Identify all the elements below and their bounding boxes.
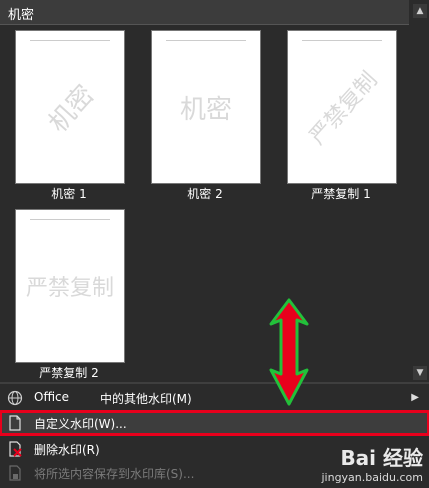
office-more-label: 中的其他水印(M) — [100, 392, 192, 406]
watermark-tile-do-not-copy-1[interactable]: 严禁复制 — [287, 30, 397, 184]
save-document-icon — [9, 465, 21, 481]
gallery-scrollbar[interactable]: ▲ ▼ — [411, 0, 429, 382]
submenu-arrow-icon: ▶ — [411, 392, 419, 403]
scroll-up-button[interactable]: ▲ — [413, 4, 427, 18]
watermark-text: 严禁复制 — [305, 67, 383, 150]
office-more-watermarks-item[interactable]: Office 中的其他水印(M) ▶ — [0, 387, 429, 409]
watermark-gallery-panel: 机密 ▲ ▼ 机密 机密 1 机密 机密 2 严禁复制 严禁复制 1 严禁复制 … — [0, 0, 429, 488]
brand-watermark: Bai 经验 jingyan.baidu.com — [321, 442, 423, 484]
custom-watermark-item[interactable]: 自定义水印(W)... — [0, 410, 429, 436]
office-label: Office — [34, 390, 70, 404]
watermark-text: 机密 — [179, 94, 232, 125]
document-icon — [9, 415, 21, 431]
annotation-arrow-icon — [269, 298, 309, 406]
watermark-tile-confidential-1[interactable]: 机密 — [15, 30, 125, 184]
remove-document-icon — [9, 441, 22, 457]
tile-caption: 机密 1 — [51, 187, 87, 201]
watermark-tile-do-not-copy-2[interactable]: 严禁复制 — [15, 209, 125, 363]
remove-watermark-label: 删除水印(R) — [34, 443, 100, 457]
watermark-text: 严禁复制 — [25, 276, 114, 301]
tile-caption: 严禁复制 2 — [39, 366, 99, 380]
tile-caption: 机密 2 — [187, 187, 223, 201]
save-to-gallery-label: 将所选内容保存到水印库(S)... — [34, 467, 195, 481]
tile-caption: 严禁复制 1 — [311, 187, 371, 201]
gallery-section-header: 机密 — [0, 0, 409, 25]
scroll-down-button[interactable]: ▼ — [413, 366, 427, 380]
custom-watermark-label: 自定义水印(W)... — [34, 417, 127, 431]
watermark-gallery: 机密 机密 1 机密 机密 2 严禁复制 严禁复制 1 严禁复制 严禁复制 2 — [0, 25, 409, 382]
section-title: 机密 — [8, 8, 35, 23]
brand-url: jingyan.baidu.com — [321, 471, 423, 484]
watermark-tile-confidential-2[interactable]: 机密 — [151, 30, 261, 184]
brand-logo: Bai 经验 — [340, 446, 423, 470]
watermark-text: 机密 — [43, 79, 101, 139]
globe-icon — [7, 390, 23, 406]
menu-separator — [0, 382, 429, 384]
